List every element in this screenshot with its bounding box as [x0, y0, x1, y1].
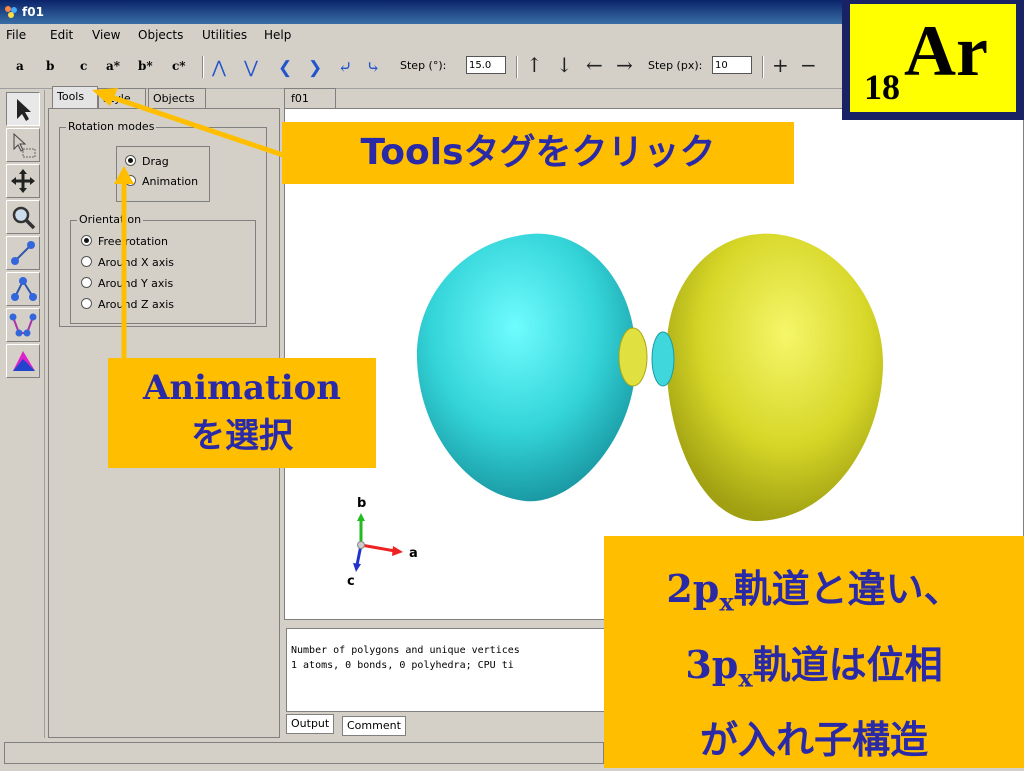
- rotation-mode-options: Drag Animation: [116, 146, 210, 202]
- view-a-button[interactable]: a: [16, 59, 24, 73]
- magnifier-icon: [12, 206, 36, 230]
- menu-utilities[interactable]: Utilities: [202, 28, 247, 42]
- radio-around-x[interactable]: Around X axis: [81, 256, 174, 269]
- tab-style[interactable]: Style: [98, 88, 146, 108]
- rotate-up-icon[interactable]: ⋀: [212, 60, 226, 77]
- toolbar-separator: [202, 56, 204, 78]
- radio-free-rotation[interactable]: Free rotation: [81, 235, 168, 248]
- menu-view[interactable]: View: [92, 28, 120, 42]
- radio-unselected-icon: [81, 298, 92, 309]
- step-px-input[interactable]: [712, 56, 752, 74]
- zoom-out-button[interactable]: −: [800, 55, 817, 75]
- animation-callout: Animation を選択: [108, 358, 376, 468]
- note-line-1: 2px軌道と違い、: [666, 566, 962, 617]
- radio-around-z[interactable]: Around Z axis: [81, 298, 174, 311]
- distance-tool-button[interactable]: [6, 236, 40, 270]
- window-title: f01: [22, 5, 44, 19]
- view-c-star-button[interactable]: c*: [172, 59, 186, 73]
- inner-cyan-lobe: [651, 331, 675, 387]
- radio-selected-icon: [125, 155, 136, 166]
- toolbar-separator: [516, 56, 518, 78]
- inner-yellow-lobe: [618, 327, 648, 387]
- cursor-arrow-icon: [17, 99, 31, 121]
- tool-column: [4, 90, 45, 738]
- toolbar-separator: [762, 56, 764, 78]
- lattice-plane-tool-button[interactable]: [6, 344, 40, 378]
- magnify-tool-button[interactable]: [6, 200, 40, 234]
- tab-tools[interactable]: Tools: [52, 86, 98, 108]
- app-icon: [5, 6, 17, 18]
- output-text: Number of polygons and unique vertices 1 …: [286, 628, 616, 712]
- element-label-frame: 18 Ar: [842, 0, 1024, 120]
- translate-up-icon[interactable]: ↑: [526, 55, 543, 75]
- rotate-down-icon[interactable]: ⋁: [244, 60, 258, 77]
- radio-unselected-icon: [81, 256, 92, 267]
- bond-distance-icon: [11, 241, 35, 265]
- translate-down-icon[interactable]: ↓: [556, 55, 573, 75]
- status-bar: [4, 742, 604, 764]
- step-px-label: Step (px):: [648, 59, 703, 72]
- orbital-note: 2px軌道と違い、 3px軌道は位相 が入れ子構造: [604, 536, 1024, 768]
- menu-help[interactable]: Help: [264, 28, 291, 42]
- element-symbol: Ar: [904, 11, 988, 91]
- menu-objects[interactable]: Objects: [138, 28, 183, 42]
- element-atomic-number: 18: [864, 67, 900, 107]
- move-arrows-icon: [11, 169, 35, 193]
- axis-c-label: c: [347, 574, 355, 589]
- axis-a-label: a: [409, 546, 418, 561]
- lattice-plane-icon: [13, 351, 35, 371]
- cursor-select-box-icon: [13, 132, 36, 158]
- axis-indicator: b a c: [347, 496, 418, 589]
- rotation-modes-title: Rotation modes: [66, 120, 157, 133]
- yellow-lobe: [667, 233, 884, 522]
- dihedral-angle-icon: [9, 313, 37, 337]
- bond-angle-icon: [11, 277, 37, 301]
- radio-unselected-icon: [81, 277, 92, 288]
- tab-comment[interactable]: Comment: [342, 716, 406, 736]
- zoom-in-button[interactable]: +: [772, 55, 789, 75]
- view-c-button[interactable]: c: [80, 59, 87, 73]
- rotate-cw-icon[interactable]: ⤷: [366, 60, 380, 77]
- note-line-3: が入れ子構造: [699, 718, 928, 763]
- cyan-lobe: [416, 233, 635, 502]
- radio-drag[interactable]: Drag: [125, 155, 169, 168]
- rotate-right-icon[interactable]: ❯: [308, 60, 322, 77]
- angle-tool-button[interactable]: [6, 272, 40, 306]
- radio-selected-icon: [81, 235, 92, 246]
- dihedral-tool-button[interactable]: [6, 308, 40, 342]
- tab-output[interactable]: Output: [286, 714, 335, 734]
- output-line: 1 atoms, 0 bonds, 0 polyhedra; CPU ti: [291, 660, 514, 671]
- animation-callout-line1: Animation: [142, 368, 342, 408]
- tab-objects[interactable]: Objects: [148, 88, 206, 108]
- menu-edit[interactable]: Edit: [50, 28, 73, 42]
- rotate-ccw-icon[interactable]: ⤶: [338, 60, 352, 77]
- element-label: 18 Ar: [850, 4, 1016, 112]
- translate-right-icon[interactable]: →: [616, 55, 633, 75]
- view-b-star-button[interactable]: b*: [138, 59, 153, 73]
- tab-f01[interactable]: f01: [284, 88, 336, 109]
- radio-around-y[interactable]: Around Y axis: [81, 277, 173, 290]
- select-tool-button[interactable]: [6, 92, 40, 126]
- view-b-button[interactable]: b: [46, 59, 54, 73]
- step-deg-label: Step (°):: [400, 59, 447, 72]
- orientation-group: Orientation Free rotation Around X axis …: [70, 213, 256, 324]
- step-deg-input[interactable]: [466, 56, 506, 74]
- axis-b-label: b: [357, 496, 366, 511]
- select-box-tool-button[interactable]: [6, 128, 40, 162]
- radio-unselected-icon: [125, 175, 136, 186]
- rotation-modes-group: Rotation modes Drag Animation Orientatio…: [59, 120, 267, 327]
- note-line-2: 3px軌道は位相: [685, 641, 943, 693]
- translate-left-icon[interactable]: ←: [586, 55, 603, 75]
- menu-file[interactable]: File: [6, 28, 26, 42]
- radio-animation[interactable]: Animation: [125, 175, 198, 188]
- rotate-left-icon[interactable]: ❮: [278, 60, 292, 77]
- output-line: Number of polygons and unique vertices: [291, 645, 520, 656]
- orientation-title: Orientation: [77, 213, 144, 226]
- move-tool-button[interactable]: [6, 164, 40, 198]
- animation-callout-line2: を選択: [191, 416, 293, 456]
- view-a-star-button[interactable]: a*: [106, 59, 120, 73]
- tools-callout: Toolsタグをクリック: [282, 122, 794, 184]
